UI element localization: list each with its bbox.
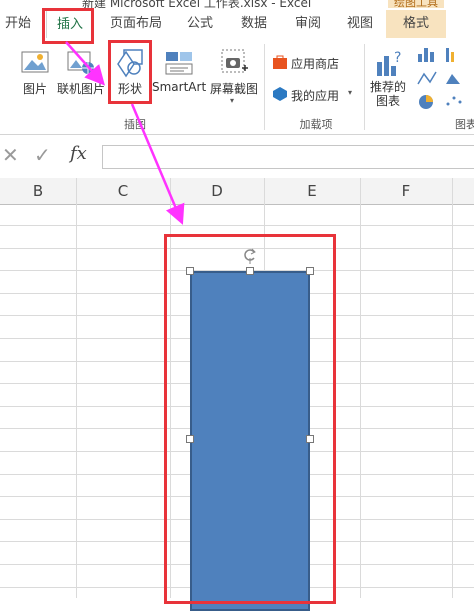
row-gridline xyxy=(0,225,474,226)
shape-highlight-box xyxy=(164,234,336,604)
column-gridline xyxy=(360,178,361,598)
insert-tab-highlight-box xyxy=(42,8,94,44)
column-gridline xyxy=(452,178,453,598)
column-gridline xyxy=(76,178,77,598)
